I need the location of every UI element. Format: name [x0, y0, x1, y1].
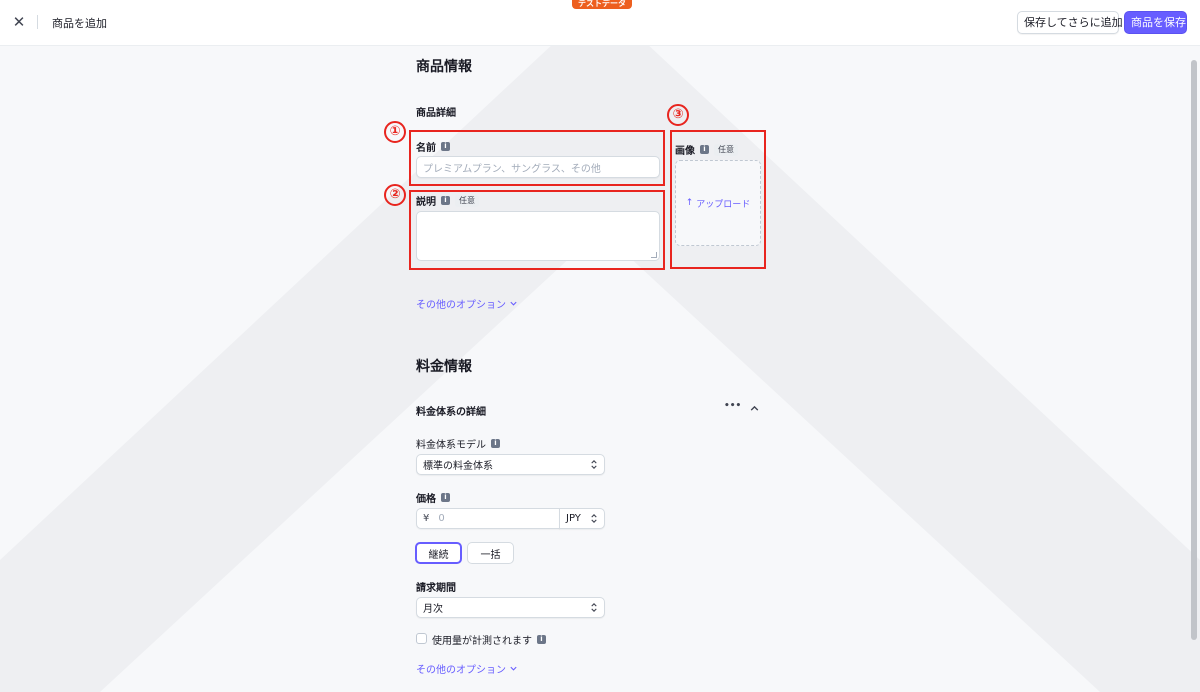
image-label: 画像 i 任意: [675, 142, 738, 157]
close-icon[interactable]: ✕: [10, 13, 28, 31]
optional-badge: 任意: [455, 194, 479, 207]
metered-usage-label-text: 使用量が計測されます: [432, 636, 532, 647]
price-input[interactable]: ¥ 0: [416, 508, 560, 529]
info-icon[interactable]: i: [441, 493, 450, 502]
more-actions-icon[interactable]: •••: [724, 401, 741, 411]
info-icon[interactable]: i: [491, 439, 500, 448]
name-input[interactable]: プレミアムプラン、サングラス、その他: [416, 156, 660, 178]
annotation-3: ③: [667, 104, 689, 126]
save-and-add-button[interactable]: 保存してさらに追加: [1017, 11, 1123, 34]
annotation-1: ①: [384, 121, 406, 143]
scrollbar[interactable]: [1190, 46, 1200, 692]
name-placeholder: プレミアムプラン、サングラス、その他: [423, 163, 601, 175]
segment-one-time[interactable]: 一括: [467, 542, 514, 564]
more-options-text: その他のオプション: [416, 300, 506, 311]
pricing-model-label-text: 料金体系モデル: [416, 440, 486, 451]
more-options-link[interactable]: その他のオプション: [416, 296, 518, 311]
billing-period-label: 請求期間: [416, 579, 456, 594]
info-icon[interactable]: i: [441, 196, 450, 205]
resize-handle[interactable]: [651, 252, 657, 258]
background-decoration: [0, 0, 1200, 692]
image-label-text: 画像: [675, 146, 695, 157]
pricing-more-options-link[interactable]: その他のオプション: [416, 661, 518, 676]
currency-select[interactable]: JPY: [559, 508, 605, 529]
billing-period-select[interactable]: 月次: [416, 597, 605, 618]
metered-usage-checkbox[interactable]: [416, 633, 427, 644]
scroll-thumb[interactable]: [1191, 60, 1197, 640]
chevron-down-icon: [510, 301, 517, 306]
annotation-2: ②: [384, 184, 406, 206]
image-upload-dropzone[interactable]: ↑ アップロード: [675, 160, 761, 246]
price-placeholder: 0: [438, 513, 445, 524]
name-label: 名前 i: [416, 139, 450, 154]
pricing-model-label: 料金体系モデル i: [416, 436, 500, 451]
divider: [37, 15, 38, 29]
pricing-details-subheading: 料金体系の詳細: [416, 407, 486, 418]
save-product-button[interactable]: 商品を保存: [1124, 11, 1187, 34]
currency-value: JPY: [566, 513, 581, 524]
select-arrows-icon: [591, 460, 597, 469]
description-label: 説明 i 任意: [416, 193, 479, 208]
select-arrows-icon: [591, 603, 597, 612]
pricing-model-select[interactable]: 標準の料金体系: [416, 454, 605, 475]
chevron-up-icon[interactable]: [749, 403, 760, 414]
upload-arrow-icon: ↑: [685, 198, 694, 208]
product-info-heading: 商品情報: [416, 59, 472, 75]
info-icon[interactable]: i: [537, 635, 546, 644]
top-bar: ✕ 商品を追加 テストデータ 保存してさらに追加 商品を保存: [0, 0, 1200, 46]
description-textarea[interactable]: [416, 211, 660, 261]
billing-period-value: 月次: [423, 604, 443, 615]
info-icon[interactable]: i: [700, 145, 709, 154]
billing-period-label-text: 請求期間: [416, 583, 456, 594]
upload-label: アップロード: [696, 199, 751, 210]
name-label-text: 名前: [416, 143, 436, 154]
pricing-heading: 料金情報: [416, 359, 472, 375]
product-details-subheading: 商品詳細: [416, 108, 456, 119]
price-label-text: 価格: [416, 494, 436, 505]
segment-recurring[interactable]: 継続: [415, 542, 462, 564]
currency-symbol: ¥: [423, 513, 430, 524]
test-data-badge: テストデータ: [572, 0, 632, 9]
page-title: 商品を追加: [52, 17, 107, 30]
more-options-text: その他のオプション: [416, 665, 506, 676]
pricing-model-value: 標準の料金体系: [423, 461, 493, 472]
metered-usage-label: 使用量が計測されます i: [432, 632, 546, 647]
chevron-down-icon: [510, 666, 517, 671]
optional-badge: 任意: [714, 143, 738, 156]
description-label-text: 説明: [416, 197, 436, 208]
select-arrows-icon: [591, 514, 597, 523]
info-icon[interactable]: i: [441, 142, 450, 151]
price-label: 価格 i: [416, 490, 450, 505]
